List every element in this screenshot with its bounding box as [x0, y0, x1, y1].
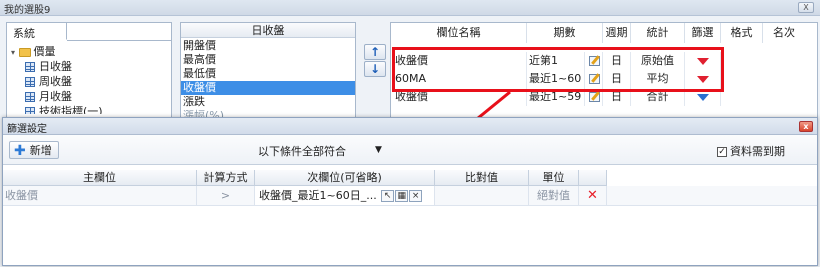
- tree-item-monthly-close[interactable]: 月收盤: [25, 89, 72, 104]
- field-list-header: 日收盤: [181, 23, 355, 38]
- grid-header-unit: 單位: [529, 170, 579, 186]
- window-close-button[interactable]: X: [798, 2, 814, 13]
- clear-icon[interactable]: ×: [409, 190, 423, 202]
- delete-row-button[interactable]: ✕: [579, 186, 607, 205]
- grid-header-sub-field: 次欄位(可省略): [255, 170, 435, 186]
- move-up-button[interactable]: ↑: [364, 44, 386, 60]
- col-header-stat: 統計: [631, 23, 685, 43]
- grid-header-compare-value: 比對值: [435, 170, 529, 186]
- checkbox-checked-icon: ✓: [717, 147, 727, 157]
- field-item-change[interactable]: 漲跌: [181, 95, 355, 109]
- tree-item-price-volume[interactable]: ▾ 價量: [11, 44, 56, 59]
- collapse-arrow-icon[interactable]: ▾: [11, 48, 15, 57]
- table-icon: [25, 77, 35, 87]
- grid-header-delete: [579, 170, 607, 186]
- col-header-cycle: 週期: [603, 23, 631, 43]
- col-header-filter: 篩選: [685, 23, 721, 43]
- add-condition-button[interactable]: ✚ 新增: [9, 141, 59, 159]
- sub-field-value: 收盤價_最近1~60日_...: [259, 189, 377, 202]
- move-down-button[interactable]: ↓: [364, 61, 386, 77]
- tree-item-technical-indicator[interactable]: 技術指標(一): [25, 104, 103, 114]
- cell-calc-method[interactable]: >: [197, 186, 255, 205]
- folder-icon: [18, 47, 31, 57]
- category-tree-panel: 系統 ▾ 價量 日收盤 周收盤 月收盤 技術指標(一): [6, 22, 172, 122]
- calendar-icon[interactable]: ▦: [395, 190, 409, 202]
- cell-unit[interactable]: 絕對值: [529, 186, 579, 205]
- cursor-pick-icon[interactable]: ↖: [381, 190, 395, 202]
- field-item-high[interactable]: 最高價: [181, 53, 355, 67]
- highlight-annotation-box: [392, 47, 724, 92]
- condition-mode-select[interactable]: 以下條件全部符合: [258, 144, 388, 160]
- field-item-open[interactable]: 開盤價: [181, 39, 355, 53]
- field-item-close[interactable]: 收盤價: [181, 81, 355, 95]
- dialog-title: 篩選設定: [7, 124, 47, 135]
- dialog-toolbar: ✚ 新增 以下條件全部符合 ▼ ✓ 資料需到期: [3, 135, 817, 165]
- table-icon: [25, 107, 35, 114]
- table-icon: [25, 92, 35, 102]
- tree-item-daily-close[interactable]: 日收盤: [25, 59, 72, 74]
- grid-header-calc-method: 計算方式: [197, 170, 255, 186]
- col-header-rank: 名次: [773, 26, 795, 39]
- cell-sub-field[interactable]: 收盤價_最近1~60日_... ↖ ▦ ×: [255, 186, 435, 205]
- grid-header-filler: [607, 170, 817, 186]
- field-list-panel: 日收盤 開盤價 最高價 最低價 收盤價 漲跌 漲幅(%): [180, 22, 356, 122]
- require-expiry-checkbox[interactable]: ✓ 資料需到期: [717, 144, 785, 160]
- dialog-close-button[interactable]: x: [799, 121, 813, 132]
- table-row[interactable]: 收盤價 > 收盤價_最近1~60日_... ↖ ▦ × 絕對值 ✕: [3, 186, 817, 206]
- condition-grid: 主欄位 計算方式 次欄位(可省略) 比對值 單位 收盤價 > 收盤價_最近1~6…: [3, 170, 817, 267]
- col-header-format: 格式: [721, 23, 763, 43]
- dialog-title-bar: 篩選設定 x: [3, 118, 817, 135]
- col-header-period: 期數: [527, 23, 603, 43]
- edit-icon: [589, 92, 600, 102]
- grid-header-main-field: 主欄位: [3, 170, 197, 186]
- window-title: 我的選股9: [4, 5, 51, 16]
- chevron-down-icon[interactable]: ▼: [375, 145, 385, 157]
- col-header-field-name: 欄位名稱: [391, 23, 527, 43]
- plus-icon: ✚: [14, 143, 26, 159]
- tab-system[interactable]: 系統: [7, 23, 67, 40]
- field-item-low[interactable]: 最低價: [181, 67, 355, 81]
- filter-settings-dialog: 篩選設定 x ✚ 新增 以下條件全部符合 ▼ ✓ 資料需到期 主欄位 計算方式 次欄…: [2, 117, 818, 266]
- cell-compare-value[interactable]: [435, 186, 529, 205]
- table-icon: [25, 62, 35, 72]
- tree-item-weekly-close[interactable]: 周收盤: [25, 74, 72, 89]
- filter-icon: [696, 93, 709, 101]
- window-title-bar: 我的選股9 X: [0, 0, 820, 16]
- cell-main-field[interactable]: 收盤價: [3, 186, 197, 205]
- delete-x-icon: ✕: [587, 188, 598, 203]
